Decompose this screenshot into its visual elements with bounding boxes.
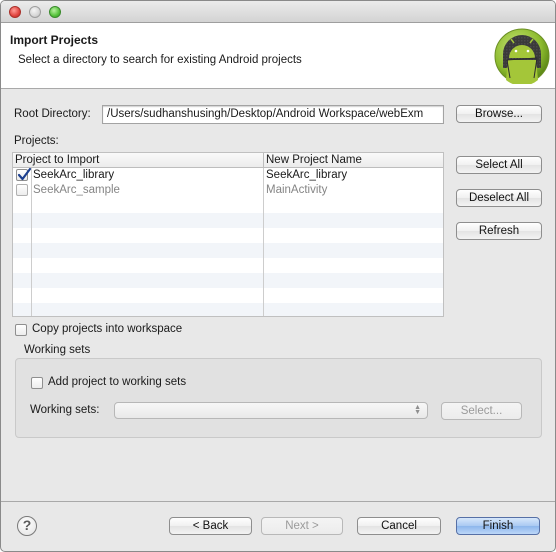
back-button[interactable]: < Back (169, 517, 252, 535)
new-project-name[interactable]: SeekArc_library (266, 168, 347, 183)
project-name: SeekArc_sample (33, 184, 120, 196)
select-all-button[interactable]: Select All (456, 156, 542, 174)
cancel-button[interactable]: Cancel (357, 517, 441, 535)
wizard-header: Import Projects Select a directory to se… (1, 23, 555, 89)
empty-row (13, 303, 443, 316)
select-working-sets-button[interactable]: Select... (441, 402, 522, 420)
next-button[interactable]: Next > (261, 517, 343, 535)
title-bar[interactable] (1, 1, 555, 23)
empty-row (13, 243, 443, 258)
add-to-working-sets-label[interactable]: Add project to working sets (48, 376, 186, 388)
empty-row (13, 213, 443, 228)
projects-label: Projects: (14, 135, 59, 147)
column-divider (263, 153, 264, 168)
new-project-name[interactable]: MainActivity (266, 183, 327, 198)
copy-into-workspace-checkbox[interactable] (15, 324, 27, 336)
project-checkbox[interactable] (16, 184, 28, 196)
wizard-title: Import Projects (10, 33, 99, 47)
project-checkbox[interactable] (16, 167, 32, 181)
finish-button[interactable]: Finish (456, 517, 540, 535)
import-projects-dialog: Import Projects Select a directory to se… (0, 0, 556, 552)
column-header-project[interactable]: Project to Import (15, 154, 99, 166)
project-name: SeekArc_library (33, 169, 115, 181)
column-divider (263, 168, 264, 316)
column-header-new-name[interactable]: New Project Name (266, 154, 362, 166)
working-sets-combo-label: Working sets: (30, 404, 100, 416)
table-row[interactable]: SeekArc_sample MainActivity (13, 183, 443, 198)
footer-divider (1, 501, 555, 502)
empty-row (13, 198, 443, 213)
column-divider (31, 168, 32, 316)
copy-into-workspace-label[interactable]: Copy projects into workspace (32, 323, 182, 335)
help-icon[interactable]: ? (17, 516, 37, 536)
refresh-button[interactable]: Refresh (456, 222, 542, 240)
wizard-description: Select a directory to search for existin… (18, 54, 302, 66)
add-to-working-sets-checkbox[interactable] (31, 377, 43, 389)
browse-button[interactable]: Browse... (456, 105, 542, 123)
working-sets-group-label: Working sets (24, 344, 91, 356)
checkmark-icon (17, 167, 32, 181)
up-down-arrows-icon: ▲ ▼ (414, 404, 421, 416)
close-window-button[interactable] (9, 6, 21, 18)
working-sets-group (15, 358, 542, 438)
empty-row (13, 288, 443, 303)
working-sets-combo[interactable]: ▲ ▼ (114, 402, 428, 419)
empty-row (13, 273, 443, 288)
deselect-all-button[interactable]: Deselect All (456, 189, 542, 207)
empty-row (13, 258, 443, 273)
root-directory-input[interactable]: /Users/sudhanshusingh/Desktop/Android Wo… (102, 105, 444, 124)
projects-table-header: Project to Import New Project Name (13, 153, 443, 168)
table-row[interactable]: SeekArc_library SeekArc_library (13, 167, 443, 183)
maximize-window-button[interactable] (49, 6, 61, 18)
projects-table[interactable]: Project to Import New Project Name SeekA… (12, 152, 444, 317)
root-directory-label: Root Directory: (14, 108, 91, 120)
minimize-window-button[interactable] (29, 6, 41, 18)
empty-row (13, 228, 443, 243)
android-logo-icon (494, 28, 550, 84)
